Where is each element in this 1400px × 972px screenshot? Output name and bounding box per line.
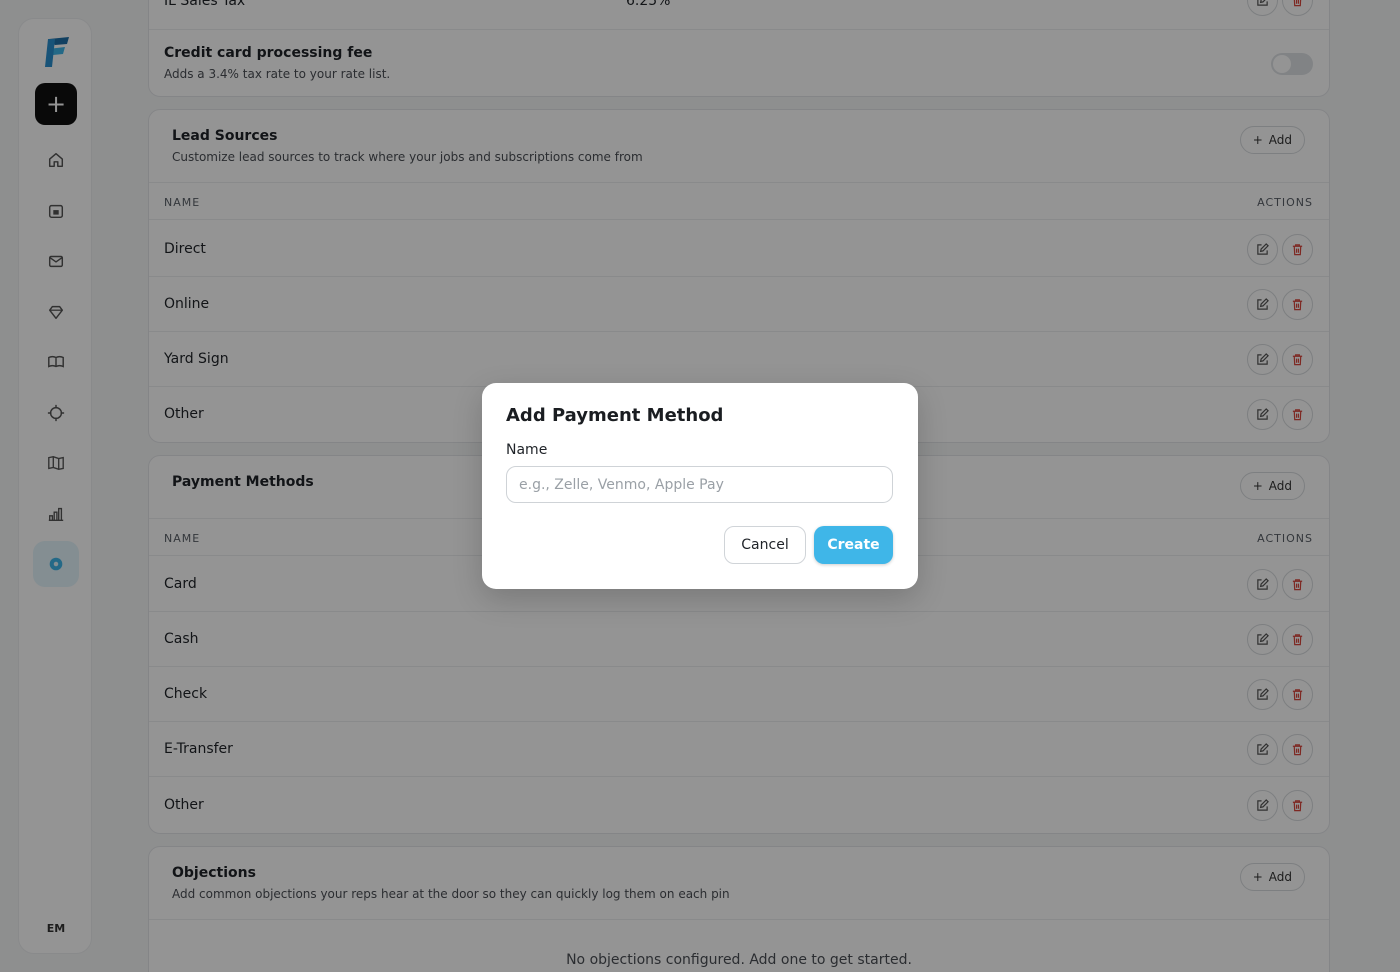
name-label: Name bbox=[506, 442, 548, 458]
dialog-title: Add Payment Method bbox=[506, 405, 724, 426]
name-input[interactable] bbox=[506, 466, 893, 503]
add-payment-method-dialog: Add Payment Method Name Cancel Create bbox=[482, 383, 918, 589]
create-button[interactable]: Create bbox=[814, 526, 893, 564]
cancel-button[interactable]: Cancel bbox=[724, 526, 806, 564]
